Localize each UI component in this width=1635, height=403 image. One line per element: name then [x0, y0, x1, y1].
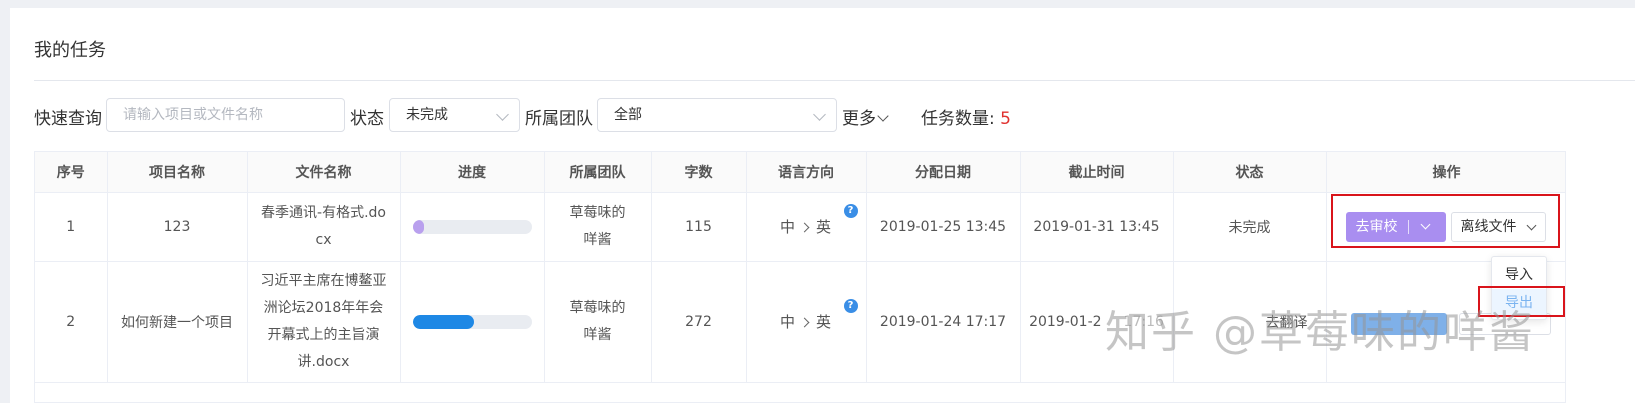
cell-file: 春季通讯-有格式.docx — [247, 192, 401, 262]
cell-words: 115 — [651, 192, 747, 262]
lang-from: 中 — [779, 218, 796, 236]
col-header-progress: 进度 — [400, 152, 545, 193]
chevron-right-icon — [799, 317, 810, 328]
lang-to: 英 — [816, 313, 833, 331]
task-count-value: 5 — [1000, 109, 1011, 129]
cell-status: 未完成 — [1173, 192, 1327, 262]
col-header-words: 字数 — [651, 152, 747, 193]
watermark: 知乎 @草莓味的咩酱 — [1105, 307, 1535, 358]
help-icon[interactable]: ? — [844, 299, 859, 313]
cell-deadline: 2019-01-31 13:45 — [1020, 192, 1174, 262]
table-header-row: 序号 项目名称 文件名称 进度 所属团队 字数 语言方向 分配日期 截止时间 状… — [35, 152, 1565, 193]
task-count-label: 任务数量: — [921, 109, 995, 129]
cell-team: 草莓味的咩酱 — [544, 261, 652, 383]
quick-search-label: 快速查询 — [34, 109, 102, 129]
progress-bar — [412, 219, 532, 234]
status-select[interactable]: 未完成 — [389, 98, 520, 132]
col-header-actions: 操作 — [1326, 152, 1565, 193]
cell-project: 如何新建一个项目 — [107, 261, 248, 383]
menu-item-import[interactable]: 导入 — [1492, 261, 1546, 289]
quick-search-placeholder: 请输入项目或文件名称 — [123, 107, 263, 123]
page-title: 我的任务 — [34, 40, 106, 61]
status-select-value: 未完成 — [406, 107, 448, 123]
status-label: 状态 — [350, 109, 384, 129]
more-label: 更多 — [842, 109, 876, 129]
col-header-deadline: 截止时间 — [1020, 152, 1174, 193]
more-filters-toggle[interactable]: 更多 — [842, 104, 889, 129]
lang-from: 中 — [779, 313, 796, 331]
team-label: 所属团队 — [525, 109, 593, 129]
cell-team: 草莓味的咩酱 — [544, 192, 652, 262]
highlight-box-actions — [1331, 194, 1560, 248]
progress-fill — [412, 314, 475, 329]
col-header-language: 语言方向 — [746, 152, 867, 193]
cell-language: 中 英 ? — [746, 192, 867, 262]
cell-assigned: 2019-01-25 13:45 — [866, 192, 1021, 262]
chevron-down-icon — [496, 108, 509, 121]
team-select-value: 全部 — [614, 107, 642, 123]
progress-bar — [412, 314, 532, 329]
task-table: 序号 项目名称 文件名称 进度 所属团队 字数 语言方向 分配日期 截止时间 状… — [34, 151, 1566, 403]
help-icon[interactable]: ? — [844, 204, 859, 218]
col-header-file: 文件名称 — [247, 152, 401, 193]
col-header-team: 所属团队 — [544, 152, 652, 193]
language-direction: 中 英 ? — [779, 204, 859, 237]
lang-to: 英 — [816, 218, 833, 236]
cell-index: 2 — [35, 261, 108, 383]
cell-assigned: 2019-01-24 17:17 — [866, 261, 1021, 383]
cell-project: 123 — [107, 192, 248, 262]
chevron-down-icon — [877, 110, 889, 122]
cell-progress — [400, 261, 545, 383]
chevron-right-icon — [799, 222, 810, 233]
language-direction: 中 英 ? — [779, 299, 859, 332]
cell-language: 中 英 ? — [746, 261, 867, 383]
col-header-project: 项目名称 — [107, 152, 248, 193]
task-count: 任务数量: 5 — [921, 104, 1011, 129]
col-header-index: 序号 — [35, 152, 108, 193]
chevron-down-icon — [813, 108, 826, 121]
cell-index: 1 — [35, 192, 108, 262]
team-select[interactable]: 全部 — [597, 98, 837, 132]
quick-search-input[interactable]: 请输入项目或文件名称 — [106, 98, 345, 132]
progress-fill — [412, 219, 425, 234]
filter-bar: 快速查询 请输入项目或文件名称 状态 未完成 所属团队 全部 更多 任务数量: … — [34, 98, 1034, 132]
cell-file: 习近平主席在博鳌亚洲论坛2018年年会开幕式上的主旨演讲.docx — [247, 261, 401, 383]
cell-progress — [400, 192, 545, 262]
title-divider — [34, 80, 1635, 81]
deadline-date: 2019-01-2 — [1029, 313, 1102, 330]
col-header-assigned: 分配日期 — [866, 152, 1021, 193]
col-header-status: 状态 — [1173, 152, 1327, 193]
cell-words: 272 — [651, 261, 747, 383]
